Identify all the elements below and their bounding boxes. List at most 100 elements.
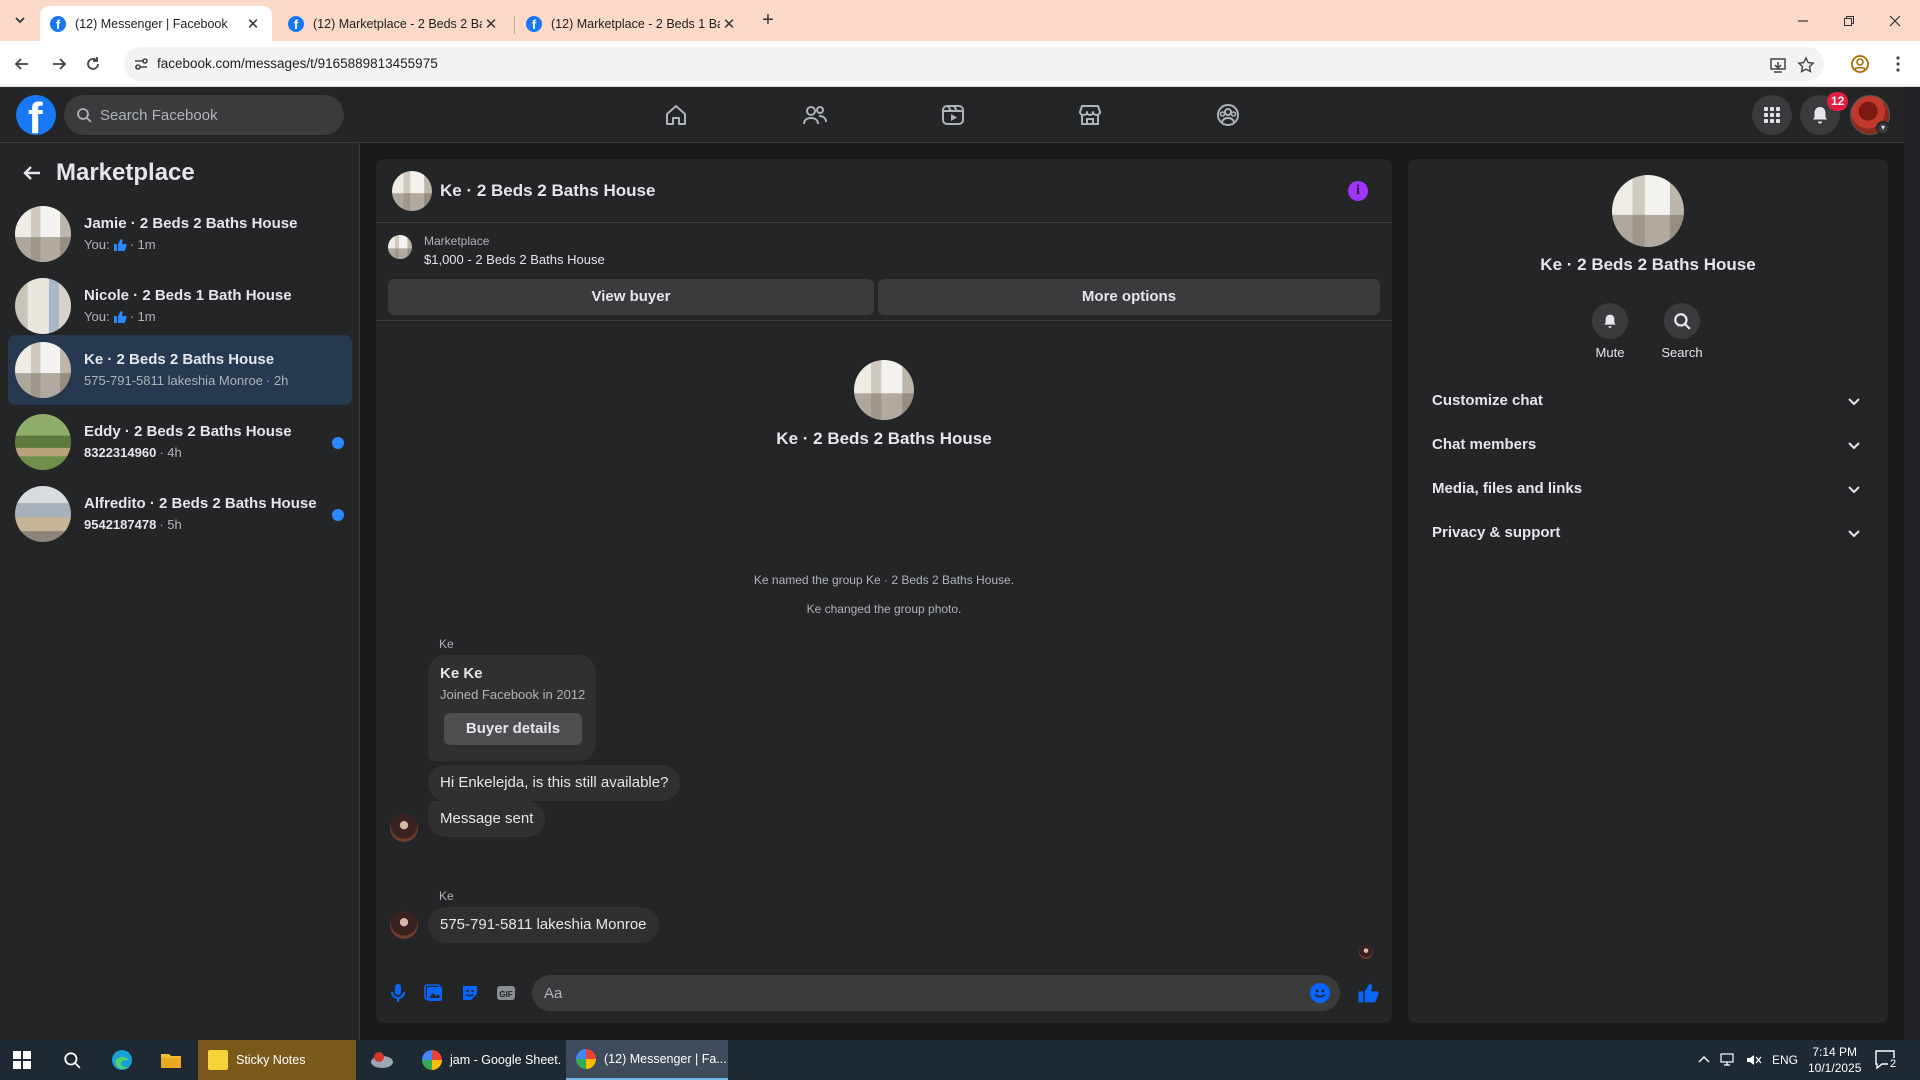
conversation-item-nicole[interactable]: Nicole · 2 Beds 1 Bath House You: · 1m xyxy=(8,271,352,341)
chat-members-section[interactable]: Chat members xyxy=(1416,423,1880,467)
conversation-preview: You: · 1m xyxy=(84,237,156,252)
video-icon[interactable] xyxy=(937,99,969,131)
photo-icon[interactable] xyxy=(422,981,446,1005)
conversation-name: Eddy · 2 Beds 2 Baths House xyxy=(84,423,292,440)
chevron-down-icon[interactable]: ▾ xyxy=(1876,121,1890,135)
message-input[interactable] xyxy=(544,975,1304,1011)
reload-button[interactable] xyxy=(80,51,106,77)
message-bubble[interactable]: Message sent xyxy=(428,801,546,837)
page-scrollbar[interactable] xyxy=(1904,87,1920,1040)
clock-date: 10/1/2025 xyxy=(1808,1061,1862,1075)
browser-tab-marketplace-1[interactable]: f (12) Marketplace - 2 Beds 2 Bat ✕ xyxy=(278,6,510,41)
preview-text: You: xyxy=(84,237,110,252)
windows-start-icon[interactable] xyxy=(2,1044,42,1076)
new-tab-button[interactable]: + xyxy=(756,9,780,33)
forward-button[interactable] xyxy=(46,51,72,77)
app-icon[interactable] xyxy=(362,1044,402,1076)
customize-chat-section[interactable]: Customize chat xyxy=(1416,379,1880,423)
show-hidden-icons[interactable] xyxy=(1698,1040,1710,1080)
microphone-icon[interactable] xyxy=(386,981,410,1005)
facebook-favicon-icon: f xyxy=(526,15,542,32)
file-explorer-icon[interactable] xyxy=(151,1044,191,1076)
mute-button[interactable]: Mute xyxy=(1580,303,1640,360)
close-window-button[interactable] xyxy=(1872,0,1918,41)
thumbs-up-icon xyxy=(113,238,127,251)
conversation-list-pane: Marketplace Jamie · 2 Beds 2 Baths House… xyxy=(0,143,360,1040)
chat-details-avatar[interactable] xyxy=(1612,175,1684,247)
facebook-search[interactable] xyxy=(64,95,344,135)
info-icon[interactable]: i xyxy=(1348,181,1368,201)
address-bar[interactable]: facebook.com/messages/t/9165889813455975 xyxy=(124,47,1824,81)
friends-icon[interactable] xyxy=(799,99,831,131)
bookmark-star-icon[interactable] xyxy=(1796,55,1816,75)
browser-menu-icon[interactable] xyxy=(1888,54,1908,74)
browser-toolbar: facebook.com/messages/t/9165889813455975 xyxy=(0,41,1920,87)
sender-avatar[interactable] xyxy=(390,814,418,842)
home-icon[interactable] xyxy=(660,99,692,131)
site-settings-icon[interactable] xyxy=(132,55,150,73)
chat-title[interactable]: Ke · 2 Beds 2 Baths House xyxy=(440,181,655,201)
taskbar-messenger[interactable]: (12) Messenger | Fa... xyxy=(566,1040,728,1080)
profile-icon[interactable] xyxy=(1850,54,1870,74)
taskbar-app-label: jam - Google Sheet... xyxy=(450,1053,562,1067)
restore-button[interactable] xyxy=(1826,0,1872,41)
back-arrow-icon[interactable] xyxy=(18,159,46,187)
svg-text:GIF: GIF xyxy=(499,990,512,999)
install-app-icon[interactable] xyxy=(1768,55,1788,75)
tab-search-dropdown[interactable] xyxy=(8,8,32,32)
conversation-item-ke[interactable]: Ke · 2 Beds 2 Baths House 575-791-5811 l… xyxy=(8,335,352,405)
marketplace-icon[interactable] xyxy=(1074,99,1106,131)
volume-muted-icon[interactable] xyxy=(1746,1040,1762,1080)
arrow-left-icon xyxy=(14,58,28,70)
conversation-item-jamie[interactable]: Jamie · 2 Beds 2 Baths House You: · 1m xyxy=(8,199,352,269)
search-input[interactable] xyxy=(100,95,330,135)
back-button[interactable] xyxy=(9,51,35,77)
url-text: facebook.com/messages/t/9165889813455975 xyxy=(157,56,438,71)
view-buyer-button[interactable]: View buyer xyxy=(388,279,874,315)
taskbar-sticky-notes[interactable]: Sticky Notes xyxy=(198,1040,356,1080)
buyer-name: Ke Ke xyxy=(440,665,483,682)
emoji-icon[interactable] xyxy=(1310,983,1330,1003)
menu-grid-button[interactable] xyxy=(1752,95,1792,135)
system-clock[interactable]: 7:14 PM 10/1/2025 xyxy=(1808,1044,1861,1076)
message-composer[interactable] xyxy=(532,975,1340,1011)
minimize-icon xyxy=(1798,19,1808,22)
browser-tab-marketplace-2[interactable]: f (12) Marketplace - 2 Beds 1 Bat ✕ xyxy=(516,6,748,41)
message-bubble[interactable]: 575-791-5811 lakeshia Monroe xyxy=(428,907,659,943)
notification-center-icon[interactable]: 2 xyxy=(1874,1048,1902,1072)
unread-dot xyxy=(332,509,344,521)
listing-detail[interactable]: $1,000 - 2 Beds 2 Baths House xyxy=(424,252,605,267)
edge-browser-icon[interactable] xyxy=(102,1044,142,1076)
close-tab-icon[interactable]: ✕ xyxy=(720,15,738,33)
chevron-up-icon xyxy=(1698,1056,1710,1063)
conversation-name: Jamie · 2 Beds 2 Baths House xyxy=(84,215,298,232)
groups-icon[interactable] xyxy=(1212,99,1244,131)
close-tab-icon[interactable]: ✕ xyxy=(482,15,500,33)
media-files-links-section[interactable]: Media, files and links xyxy=(1416,467,1880,511)
reload-icon xyxy=(87,57,99,70)
conversation-item-eddy[interactable]: Eddy · 2 Beds 2 Baths House 8322314960 ·… xyxy=(8,407,352,477)
gif-icon[interactable]: GIF xyxy=(494,981,518,1005)
message-bubble[interactable]: Hi Enkelejda, is this still available? xyxy=(428,765,681,801)
browser-tab-messenger[interactable]: f (12) Messenger | Facebook ✕ xyxy=(40,6,272,41)
section-label: Media, files and links xyxy=(1432,480,1583,497)
minimize-button[interactable] xyxy=(1780,0,1826,41)
more-options-button[interactable]: More options xyxy=(878,279,1380,315)
sticker-icon[interactable] xyxy=(458,981,482,1005)
thumbs-up-send-icon[interactable] xyxy=(1356,981,1380,1005)
listing-thumbnail[interactable] xyxy=(388,235,412,259)
taskbar-google-sheets[interactable]: jam - Google Sheet... xyxy=(412,1040,562,1080)
buyer-details-button[interactable]: Buyer details xyxy=(444,713,582,745)
search-icon[interactable] xyxy=(52,1044,92,1076)
group-photo xyxy=(854,360,914,420)
conversation-item-alfredito[interactable]: Alfredito · 2 Beds 2 Baths House 9542187… xyxy=(8,479,352,549)
listing-banner: Marketplace $1,000 - 2 Beds 2 Baths Hous… xyxy=(376,223,1392,321)
close-tab-icon[interactable]: ✕ xyxy=(244,15,262,33)
search-conversation-button[interactable]: Search xyxy=(1652,303,1712,360)
sender-avatar[interactable] xyxy=(390,911,418,939)
facebook-logo-icon[interactable]: f xyxy=(16,95,56,135)
network-icon[interactable] xyxy=(1720,1040,1736,1080)
chat-avatar[interactable] xyxy=(392,171,432,211)
privacy-support-section[interactable]: Privacy & support xyxy=(1416,511,1880,555)
language-indicator[interactable]: ENG xyxy=(1772,1040,1798,1080)
